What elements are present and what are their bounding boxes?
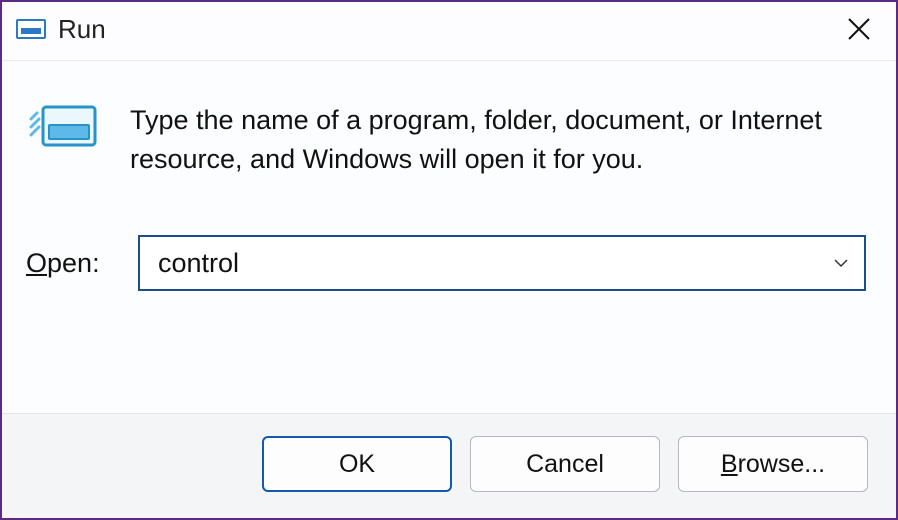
description-text: Type the name of a program, folder, docu… (130, 101, 866, 179)
window-title: Run (58, 14, 106, 45)
open-label: Open: (26, 248, 116, 279)
ok-button[interactable]: OK (262, 436, 452, 492)
dialog-footer: OK Cancel Browse... (2, 413, 896, 518)
titlebar: Run (2, 2, 896, 61)
close-button[interactable] (842, 12, 876, 46)
open-combobox[interactable] (138, 235, 866, 291)
browse-button[interactable]: Browse... (678, 436, 868, 492)
cancel-button[interactable]: Cancel (470, 436, 660, 492)
run-dialog: Run Type the name of a program, folder, … (0, 0, 898, 520)
titlebar-left: Run (16, 14, 106, 45)
description-row: Type the name of a program, folder, docu… (26, 101, 866, 179)
dialog-content: Type the name of a program, folder, docu… (2, 61, 896, 413)
run-title-icon (16, 17, 46, 41)
open-row: Open: (26, 235, 866, 291)
close-icon (846, 16, 872, 42)
run-large-icon (26, 101, 102, 153)
open-input[interactable] (138, 235, 866, 291)
